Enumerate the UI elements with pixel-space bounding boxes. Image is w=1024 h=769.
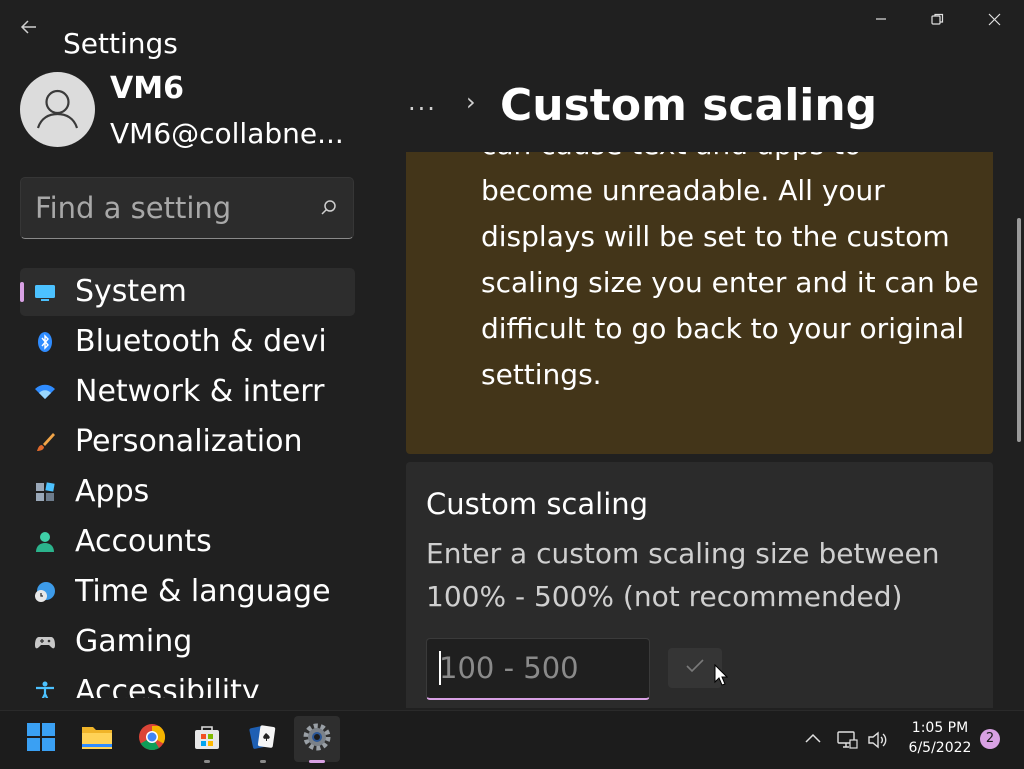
search-box[interactable] — [20, 177, 354, 239]
sidebar-item-time-language[interactable]: Time & language — [20, 568, 355, 616]
taskbar-microsoft-store[interactable] — [184, 716, 230, 763]
running-indicator — [260, 760, 266, 763]
sidebar-item-label: Bluetooth & devi — [75, 324, 327, 359]
folder-icon — [81, 723, 113, 755]
custom-scaling-card: Custom scaling Enter a custom scaling si… — [406, 462, 993, 708]
close-icon[interactable] — [975, 8, 1013, 30]
back-arrow-icon[interactable] — [20, 18, 44, 42]
store-icon — [193, 723, 221, 755]
notification-badge[interactable]: 2 — [980, 729, 1000, 749]
taskbar-start-button[interactable] — [18, 716, 64, 762]
custom-scaling-title: Custom scaling — [426, 487, 649, 521]
gaming-icon — [34, 631, 56, 653]
sidebar-item-gaming[interactable]: Gaming — [20, 618, 355, 666]
sidebar-item-apps[interactable]: Apps — [20, 468, 355, 516]
text-caret — [439, 651, 441, 685]
sidebar-item-accounts[interactable]: Accounts — [20, 518, 355, 566]
sidebar-item-accessibility[interactable]: Accessibility — [20, 668, 355, 698]
warning-card: can cause text and apps to become unread… — [406, 152, 993, 454]
breadcrumb-more-button[interactable]: ... — [408, 88, 437, 116]
scrollbar-thumb[interactable] — [1017, 218, 1021, 442]
sidebar-item-label: Time & language — [75, 574, 330, 609]
sidebar-item-label: Gaming — [75, 624, 193, 659]
checkmark-icon — [685, 658, 705, 678]
cards-icon — [248, 723, 278, 755]
clock-time[interactable]: 1:05 PM — [908, 719, 972, 737]
chevron-up-icon[interactable] — [803, 729, 825, 751]
warning-text: can cause text and apps to become unread… — [481, 152, 979, 391]
network-icon — [34, 381, 56, 403]
bluetooth-icon — [34, 331, 56, 353]
sidebar-item-label: System — [75, 274, 187, 309]
sidebar-nav: System Bluetooth & devi Network & interr… — [20, 268, 355, 698]
page-title: Custom scaling — [500, 80, 878, 131]
accounts-icon — [34, 531, 56, 553]
sidebar-item-label: Apps — [75, 474, 150, 509]
sidebar-item-personalization[interactable]: Personalization — [20, 418, 355, 466]
taskbar-chrome[interactable] — [129, 716, 175, 762]
volume-icon[interactable] — [867, 729, 889, 751]
content-pane: can cause text and apps to become unread… — [406, 152, 994, 708]
system-icon — [34, 281, 56, 303]
search-input[interactable] — [21, 178, 311, 238]
accessibility-icon — [34, 681, 56, 698]
brush-icon — [34, 431, 56, 453]
taskbar-solitaire[interactable] — [240, 716, 286, 763]
network-icon[interactable] — [836, 729, 858, 751]
minimize-icon[interactable] — [862, 8, 900, 30]
avatar[interactable] — [20, 72, 95, 147]
user-email: VM6@collabne... — [110, 117, 344, 150]
taskbar-file-explorer[interactable] — [74, 716, 120, 762]
app-title: Settings — [63, 27, 178, 60]
running-indicator — [204, 760, 210, 763]
restore-icon[interactable] — [918, 8, 956, 30]
sidebar-item-network[interactable]: Network & interr — [20, 368, 355, 416]
sidebar-item-system[interactable]: System — [20, 268, 355, 316]
apps-icon — [34, 481, 56, 503]
sidebar-item-bluetooth[interactable]: Bluetooth & devi — [20, 318, 355, 366]
settings-gear-icon — [302, 722, 332, 756]
chrome-icon — [138, 723, 166, 755]
sidebar-item-label: Accessibility — [75, 674, 260, 698]
sidebar-item-label: Personalization — [75, 424, 303, 459]
clock-date[interactable]: 6/5/2022 — [905, 739, 975, 757]
breadcrumb-separator-icon: › — [466, 88, 476, 116]
mouse-cursor-icon — [714, 663, 729, 686]
active-indicator — [309, 760, 325, 763]
time-language-icon — [34, 581, 56, 603]
custom-scaling-description: Enter a custom scaling size between 100%… — [426, 537, 940, 613]
user-name: VM6 — [110, 71, 184, 106]
sidebar-item-label: Network & interr — [75, 374, 325, 409]
selection-indicator — [20, 282, 24, 302]
taskbar: 1:05 PM 6/5/2022 2 — [0, 710, 1024, 769]
taskbar-settings[interactable] — [294, 716, 340, 763]
search-icon[interactable] — [319, 198, 339, 218]
windows-start-icon — [26, 722, 56, 756]
custom-scaling-input[interactable] — [427, 639, 647, 697]
sidebar-item-label: Accounts — [75, 524, 212, 559]
custom-scaling-input-box[interactable] — [426, 638, 650, 700]
